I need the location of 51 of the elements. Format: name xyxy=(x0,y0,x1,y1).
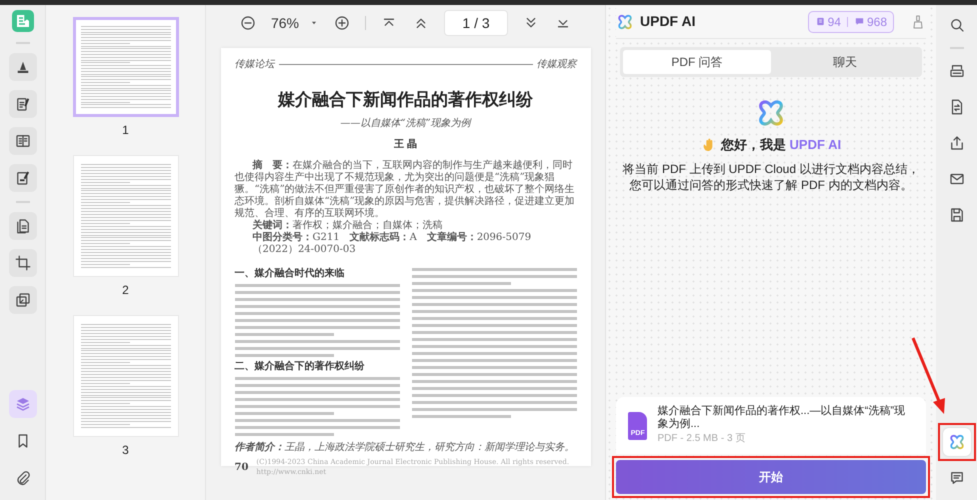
zoom-in-icon xyxy=(333,14,352,32)
ai-logo-button[interactable] xyxy=(942,428,970,456)
keywords-text: 关键词：著作权；媒介融合；自媒体；洗稿 xyxy=(252,220,444,231)
file-details: PDF - 2.5 MB - 3 页 xyxy=(657,432,746,446)
zoom-in-button[interactable] xyxy=(333,14,352,32)
file-name: 媒介融合下新闻作品的著作权...—以自媒体“洗稿”现象为例... xyxy=(657,405,906,431)
greeting-text: 您好，我是 UPDF AI xyxy=(720,136,842,154)
journal-name: 传媒论坛 xyxy=(234,58,274,72)
abstract-text: 摘 要：在媒介融合的当下，互联网内容的制作与生产越来越便利，同时也使得内容生产中出现了不规范现象，尤为突出的问题便是“洗稿”现象猖獗。“洗稿”的做法不但严重侵害了原创作者的知识产权，也破坏了整个网络生态环境。剖析自媒体“洗稿”现象的原因与危害，提供解决路径，促进建立更加规范、合理、有序的互联网环境。 xyxy=(234,160,576,220)
zoom-dropdown[interactable]: 76% xyxy=(270,12,320,34)
classification-text: 中图分类号：G211 文献标志码：A 文章编号：2096-5079（2022）24-0070-03 xyxy=(252,232,532,256)
tab[interactable]: PDF 问答 xyxy=(623,50,771,74)
layers-button[interactable] xyxy=(8,390,36,418)
zoom-out-icon xyxy=(238,14,257,32)
page-thumbnail[interactable] xyxy=(72,17,178,117)
chat-quota-icon xyxy=(854,16,865,27)
panel-title: UPDF AI xyxy=(640,12,696,31)
highlight-frame xyxy=(938,423,976,461)
edit-document-button[interactable] xyxy=(8,90,36,118)
pages-button[interactable] xyxy=(8,212,36,240)
highlighter-button[interactable] xyxy=(8,53,36,81)
article-title: 媒介融合下新闻作品的著作权纠纷 xyxy=(276,89,534,112)
article-subtitle: ——以自媒体“洗稿”现象为例 xyxy=(339,116,472,130)
author-note: 作者简介：王晶，上海政法学院硕士研究生，研究方向：新闻学理论与实务。 xyxy=(234,440,576,454)
page-tools-button[interactable] xyxy=(8,286,36,314)
crop-button[interactable] xyxy=(8,249,36,277)
crop-icon xyxy=(14,254,32,272)
app-logo-icon xyxy=(10,9,34,33)
ai-logo-icon xyxy=(948,433,966,451)
page-input-field[interactable]: 1 / 3 xyxy=(444,10,508,36)
page-number: 70 xyxy=(234,460,248,474)
document-quota-icon xyxy=(814,16,826,27)
ocr-icon xyxy=(948,62,966,80)
quota-count: 94 xyxy=(828,14,841,30)
page-tools-icon xyxy=(14,291,32,309)
author-name: 王 晶 xyxy=(392,138,418,152)
page-number: 2 xyxy=(122,282,129,299)
columns-icon xyxy=(14,132,32,150)
tab[interactable]: 聊天 xyxy=(771,50,919,74)
zoom-out-button[interactable] xyxy=(238,14,257,32)
description-text: 将当前 PDF 上传到 UPDF Cloud 以进行文档内容总结，您可以通过问答的形式快速了解 PDF 内的文档内容。 xyxy=(622,160,920,192)
section-heading: 二、媒介融合下的著作权纠纷 xyxy=(234,360,366,372)
section-heading: 一、媒介融合时代的来临 xyxy=(234,268,346,280)
columns-button[interactable] xyxy=(8,127,36,155)
ai-logo-icon xyxy=(616,12,634,30)
section-label: 传媒观察 xyxy=(536,58,576,72)
page-number: 1 xyxy=(122,122,129,139)
quota-count: 968 xyxy=(866,14,887,30)
sign-document-button[interactable] xyxy=(8,164,36,192)
page-number: 3 xyxy=(122,442,129,459)
start-button[interactable]: 开始 xyxy=(616,460,926,494)
